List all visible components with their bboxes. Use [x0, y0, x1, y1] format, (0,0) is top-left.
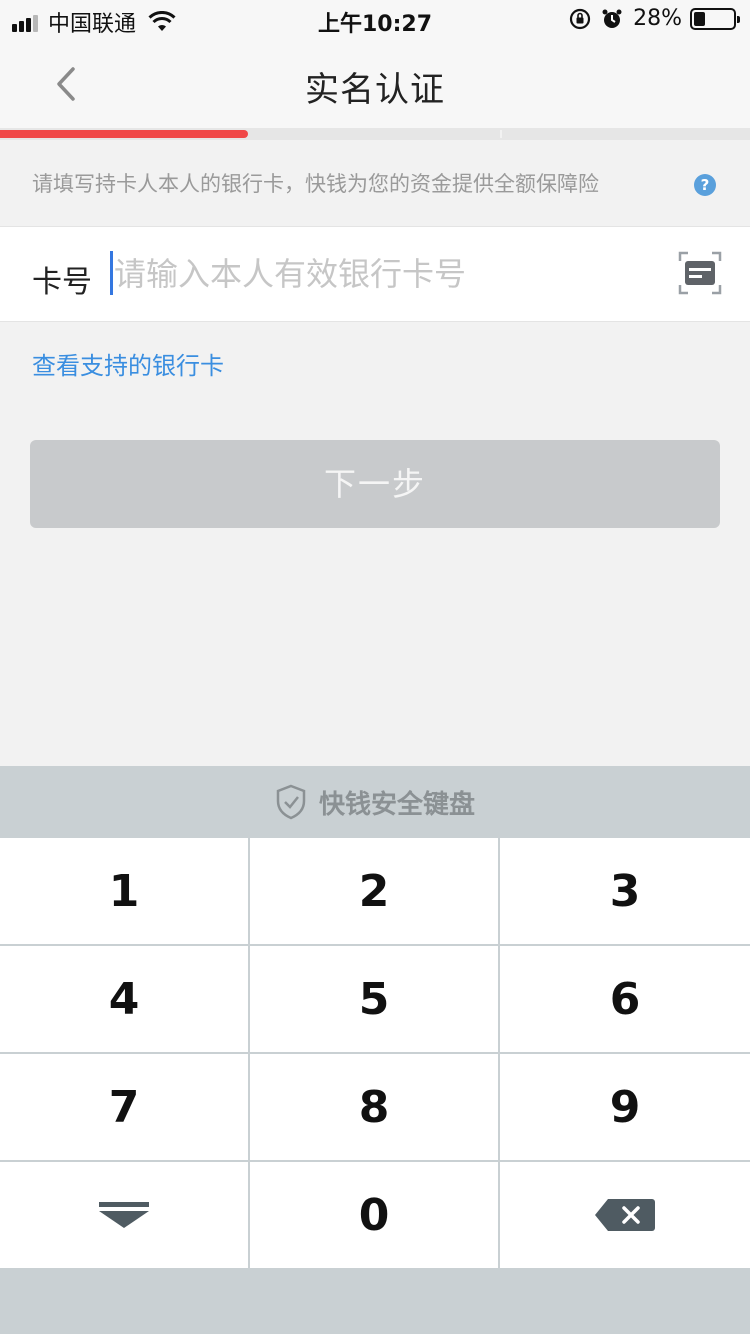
key-2[interactable]: 2: [250, 838, 498, 944]
keyboard-hide-icon: [99, 1202, 149, 1228]
secure-keyboard: 快钱安全键盘 1 2 3 4 5 6 7 8 9 0: [0, 766, 750, 1334]
help-icon[interactable]: ?: [694, 174, 716, 196]
notice-text: 请填写持卡人本人的银行卡，快钱为您的资金提供全额保障险: [32, 172, 599, 196]
battery-percent: 28%: [633, 6, 682, 31]
keyboard-header: 快钱安全键盘: [0, 766, 750, 838]
status-right: 28%: [569, 6, 740, 31]
key-7[interactable]: 7: [0, 1054, 248, 1160]
keyboard-hide-button[interactable]: [0, 1162, 248, 1268]
page-title: 实名认证: [305, 70, 445, 110]
progress-step-divider: [500, 130, 502, 138]
notice-banner: 请填写持卡人本人的银行卡，快钱为您的资金提供全额保障险 ?: [0, 140, 750, 226]
status-bar: 中国联通 上午10:27 28%: [0, 0, 750, 40]
battery-icon: [690, 7, 740, 30]
keyboard-title: 快钱安全键盘: [318, 789, 475, 820]
key-9[interactable]: 9: [500, 1054, 750, 1160]
key-0[interactable]: 0: [250, 1162, 498, 1268]
backspace-icon: [595, 1199, 655, 1231]
key-6[interactable]: 6: [500, 946, 750, 1052]
card-scan-icon[interactable]: [678, 251, 722, 295]
key-8[interactable]: 8: [250, 1054, 498, 1160]
supported-banks-link[interactable]: 查看支持的银行卡: [32, 346, 224, 381]
key-5[interactable]: 5: [250, 946, 498, 1052]
card-number-input[interactable]: [110, 247, 630, 301]
battery-level: [694, 11, 705, 26]
alarm-icon: [602, 9, 622, 28]
keypad: 1 2 3 4 5 6 7 8 9 0: [0, 838, 750, 1268]
shield-icon: [276, 784, 306, 820]
next-button[interactable]: 下一步: [30, 440, 720, 528]
progress-fill: [0, 130, 248, 138]
card-number-label: 卡号: [32, 265, 92, 300]
key-1[interactable]: 1: [0, 838, 248, 944]
nav-bar: 实名认证: [0, 40, 750, 128]
text-cursor: [110, 251, 113, 295]
step-progress-bar: [0, 128, 750, 140]
key-3[interactable]: 3: [500, 838, 750, 944]
card-number-row: 卡号: [0, 226, 750, 322]
orientation-lock-icon: [569, 8, 591, 29]
delete-button[interactable]: [500, 1162, 750, 1268]
key-4[interactable]: 4: [0, 946, 248, 1052]
